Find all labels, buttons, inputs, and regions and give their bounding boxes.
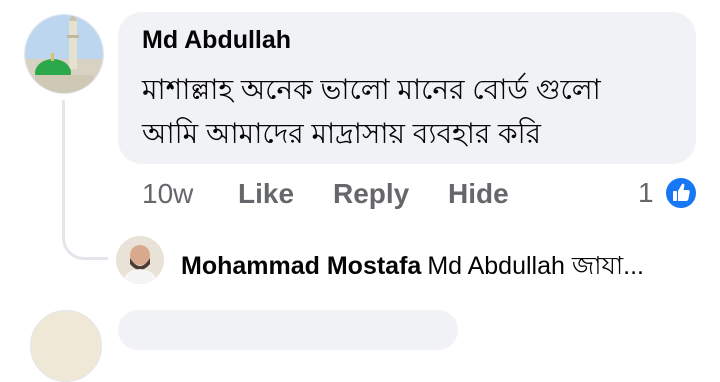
reply-button[interactable]: Reply bbox=[333, 176, 409, 212]
comment-line: আমি আমাদের মাদ্রাসায় ব্যবহার করি bbox=[142, 118, 542, 149]
reaction-count: 1 bbox=[638, 177, 654, 208]
comment-line: মাশাল্লাহ অনেক ভালো মানের বোর্ড গুলো bbox=[142, 74, 601, 105]
reply-preview-text: Md Abdullah জাযা... bbox=[427, 252, 644, 280]
next-comment-avatar[interactable] bbox=[30, 310, 102, 382]
reply-author-name[interactable]: Mohammad Mostafa bbox=[181, 252, 421, 280]
person-photo-image bbox=[116, 236, 164, 284]
comment-bubble: Md Abdullah মাশাল্লাহ অনেক ভালো মানের বো… bbox=[118, 12, 696, 164]
thread-connector-line bbox=[62, 100, 108, 260]
commenter-avatar[interactable] bbox=[24, 14, 104, 94]
like-thumb-icon bbox=[664, 176, 698, 210]
comment-timestamp[interactable]: 10w bbox=[142, 176, 193, 212]
hide-button[interactable]: Hide bbox=[448, 176, 509, 212]
like-button[interactable]: Like bbox=[238, 176, 294, 212]
reply-preview-row[interactable]: Mohammad Mostafa Md Abdullah জাযা... bbox=[181, 246, 644, 289]
mosque-dome-image bbox=[25, 15, 103, 93]
reply-author-avatar[interactable] bbox=[116, 236, 164, 284]
comment-text: মাশাল্লাহ অনেক ভালো মানের বোর্ড গুলো আমি… bbox=[142, 68, 682, 156]
comment-author-name[interactable]: Md Abdullah bbox=[142, 26, 291, 55]
next-comment-bubble bbox=[118, 310, 458, 350]
